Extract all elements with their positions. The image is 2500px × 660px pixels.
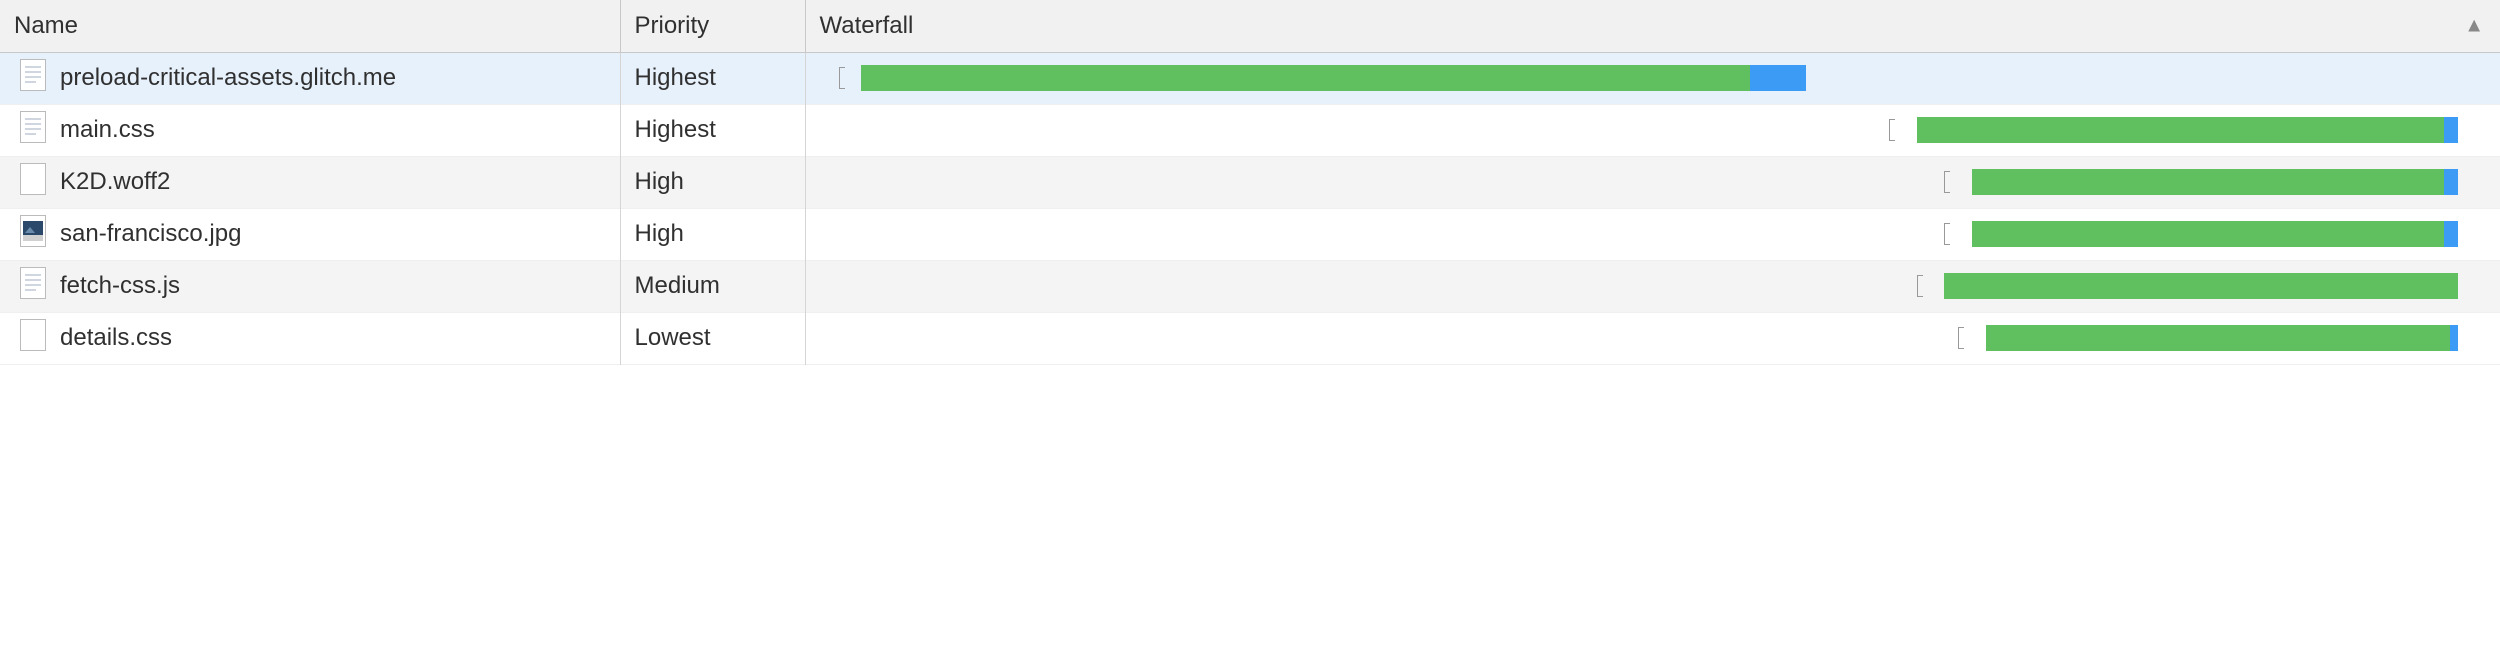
file-name-label: K2D.woff2 [60, 168, 170, 196]
priority-label: Highest [635, 64, 716, 91]
waterfall-queue-tick [1944, 223, 1950, 245]
cell-name: san-francisco.jpg [0, 208, 620, 260]
file-name-label: main.css [60, 116, 155, 144]
priority-label: High [635, 168, 684, 195]
table-row[interactable]: K2D.woff2 High [0, 156, 2500, 208]
table-row[interactable]: details.css Lowest [0, 312, 2500, 364]
waterfall-download-segment [1986, 325, 2450, 351]
priority-label: Lowest [635, 324, 711, 351]
waterfall-queue-tick [1944, 171, 1950, 193]
waterfall-queue-tick [1917, 275, 1923, 297]
waterfall-bar[interactable] [820, 63, 2487, 93]
waterfall-tail-segment [2444, 169, 2458, 195]
cell-waterfall [805, 52, 2500, 104]
waterfall-download-segment [861, 65, 1750, 91]
priority-label: Medium [635, 272, 720, 299]
cell-waterfall [805, 260, 2500, 312]
file-name-label: fetch-css.js [60, 272, 180, 300]
priority-label: High [635, 220, 684, 247]
blank-file-icon [20, 319, 46, 358]
waterfall-download-segment [1944, 273, 2458, 299]
column-label: Name [14, 12, 78, 39]
waterfall-queue-tick [839, 67, 845, 89]
waterfall-download-segment [1972, 169, 2444, 195]
cell-waterfall [805, 312, 2500, 364]
waterfall-tail-segment [2444, 117, 2458, 143]
cell-priority: Highest [620, 104, 805, 156]
column-label: Priority [635, 12, 710, 39]
waterfall-bar[interactable] [820, 115, 2487, 145]
cell-priority: Lowest [620, 312, 805, 364]
file-name-label: preload-critical-assets.glitch.me [60, 64, 396, 92]
image-file-icon [20, 215, 46, 254]
cell-priority: Highest [620, 52, 805, 104]
network-table: Name Priority Waterfall ▲ preload-critic… [0, 0, 2500, 365]
cell-waterfall [805, 208, 2500, 260]
column-header-priority[interactable]: Priority [620, 0, 805, 52]
cell-priority: High [620, 208, 805, 260]
waterfall-tail-segment [2450, 325, 2458, 351]
cell-name: preload-critical-assets.glitch.me [0, 52, 620, 104]
waterfall-bar[interactable] [820, 323, 2487, 353]
priority-label: Highest [635, 116, 716, 143]
document-file-icon [20, 267, 46, 306]
cell-waterfall [805, 156, 2500, 208]
column-label: Waterfall [820, 12, 914, 39]
column-header-waterfall[interactable]: Waterfall ▲ [805, 0, 2500, 52]
table-row[interactable]: main.css Highest [0, 104, 2500, 156]
document-file-icon [20, 111, 46, 150]
waterfall-bar[interactable] [820, 167, 2487, 197]
cell-name: main.css [0, 104, 620, 156]
table-header-row: Name Priority Waterfall ▲ [0, 0, 2500, 52]
blank-file-icon [20, 163, 46, 202]
table-row[interactable]: fetch-css.js Medium [0, 260, 2500, 312]
table-row[interactable]: san-francisco.jpg High [0, 208, 2500, 260]
file-name-label: details.css [60, 324, 172, 352]
document-file-icon [20, 59, 46, 98]
cell-name: fetch-css.js [0, 260, 620, 312]
cell-priority: High [620, 156, 805, 208]
column-header-name[interactable]: Name [0, 0, 620, 52]
cell-waterfall [805, 104, 2500, 156]
file-name-label: san-francisco.jpg [60, 220, 241, 248]
cell-name: K2D.woff2 [0, 156, 620, 208]
cell-name: details.css [0, 312, 620, 364]
waterfall-download-segment [1917, 117, 2445, 143]
cell-priority: Medium [620, 260, 805, 312]
waterfall-download-segment [1972, 221, 2444, 247]
waterfall-tail-segment [1750, 65, 1806, 91]
waterfall-queue-tick [1958, 327, 1964, 349]
table-row[interactable]: preload-critical-assets.glitch.me Highest [0, 52, 2500, 104]
waterfall-bar[interactable] [820, 219, 2487, 249]
waterfall-queue-tick [1889, 119, 1895, 141]
sort-ascending-icon: ▲ [2464, 14, 2484, 37]
table-body: preload-critical-assets.glitch.me Highest… [0, 52, 2500, 364]
waterfall-tail-segment [2444, 221, 2458, 247]
waterfall-bar[interactable] [820, 271, 2487, 301]
